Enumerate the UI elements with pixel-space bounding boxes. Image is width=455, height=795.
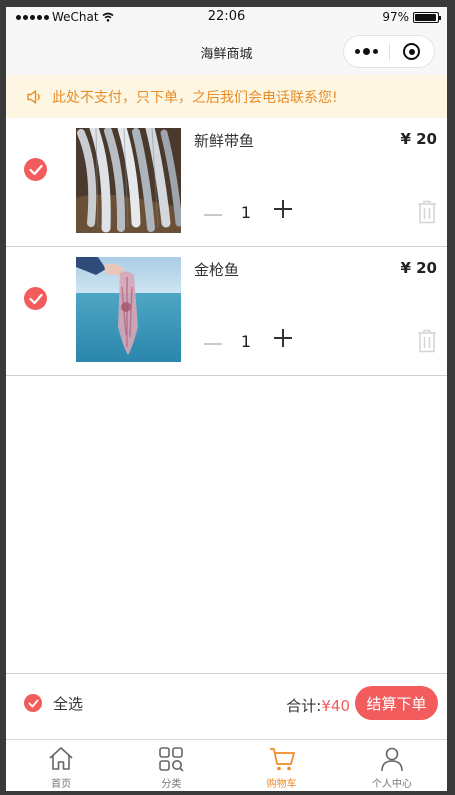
battery-percent: 97% (382, 10, 409, 24)
trash-icon (418, 200, 436, 224)
item-checkbox[interactable] (24, 158, 47, 181)
item-price: ¥ 20 (400, 130, 437, 148)
mini-program-capsule (343, 35, 435, 68)
check-icon (28, 293, 43, 304)
notice-text: 此处不支付，只下单，之后我们会电话联系您! (52, 89, 338, 106)
check-icon (27, 699, 39, 707)
phone-screen: WeChat 22:06 97% 海鲜商城 此处不支付，只下单，之后我们会电话联… (6, 7, 447, 791)
select-all-label[interactable]: 全选 (53, 693, 83, 714)
item-quantity: 1 (240, 203, 252, 222)
delete-item-button[interactable] (417, 200, 437, 224)
cart-icon (269, 748, 295, 771)
item-name: 金枪鱼 (194, 261, 240, 279)
tab-cart[interactable]: 购物车 (227, 740, 337, 791)
home-icon (49, 747, 73, 770)
cart-item: 新鲜带鱼 ¥ 20 1 (6, 118, 447, 247)
tab-label: 首页 (51, 779, 72, 790)
clock: 22:06 (207, 9, 246, 24)
battery-icon (413, 11, 441, 23)
close-mini-program-button[interactable] (389, 43, 434, 60)
item-checkbox[interactable] (24, 287, 47, 310)
battery-status: 97% (382, 10, 441, 24)
minus-icon (204, 214, 222, 216)
hairtail-fish-photo (76, 128, 181, 233)
decrease-qty-button[interactable] (203, 334, 223, 354)
tab-label: 分类 (161, 779, 182, 790)
check-icon (28, 164, 43, 175)
delete-item-button[interactable] (417, 329, 437, 353)
tab-bar: 首页 分类 购物车 个人中心 (6, 739, 447, 791)
item-name: 新鲜带鱼 (194, 132, 255, 150)
item-image[interactable] (76, 257, 181, 362)
total: 合计:¥40 (286, 695, 350, 716)
notice-bar: 此处不支付，只下单，之后我们会电话联系您! (6, 75, 447, 118)
close-target-icon (403, 43, 421, 60)
tab-label: 个人中心 (371, 779, 412, 790)
speaker-icon (27, 89, 40, 104)
tab-label: 购物车 (266, 779, 297, 790)
total-amount: ¥40 (321, 697, 350, 715)
user-icon (381, 747, 403, 772)
total-label: 合计: (286, 697, 322, 715)
decrease-qty-button[interactable] (203, 205, 223, 225)
squid-photo (76, 257, 181, 362)
checkout-button[interactable]: 结算下单 (355, 686, 438, 720)
trash-icon (418, 329, 436, 353)
category-icon (159, 747, 184, 772)
increase-qty-button[interactable] (272, 198, 294, 220)
tab-category[interactable]: 分类 (116, 740, 226, 791)
item-quantity: 1 (240, 332, 252, 351)
status-bar: WeChat 22:06 97% (6, 7, 447, 29)
nav-bar: 海鲜商城 (6, 29, 447, 75)
cart-item: 金枪鱼 ¥ 20 1 (6, 247, 447, 376)
tab-home[interactable]: 首页 (6, 740, 116, 791)
item-image[interactable] (76, 128, 181, 233)
item-price: ¥ 20 (400, 259, 437, 277)
select-all-checkbox[interactable] (24, 694, 42, 712)
tab-profile[interactable]: 个人中心 (337, 740, 447, 791)
checkout-bar: 全选 合计:¥40 结算下单 (6, 673, 447, 739)
minus-icon (204, 343, 222, 345)
more-menu-button[interactable] (344, 48, 389, 55)
increase-qty-button[interactable] (272, 327, 294, 349)
